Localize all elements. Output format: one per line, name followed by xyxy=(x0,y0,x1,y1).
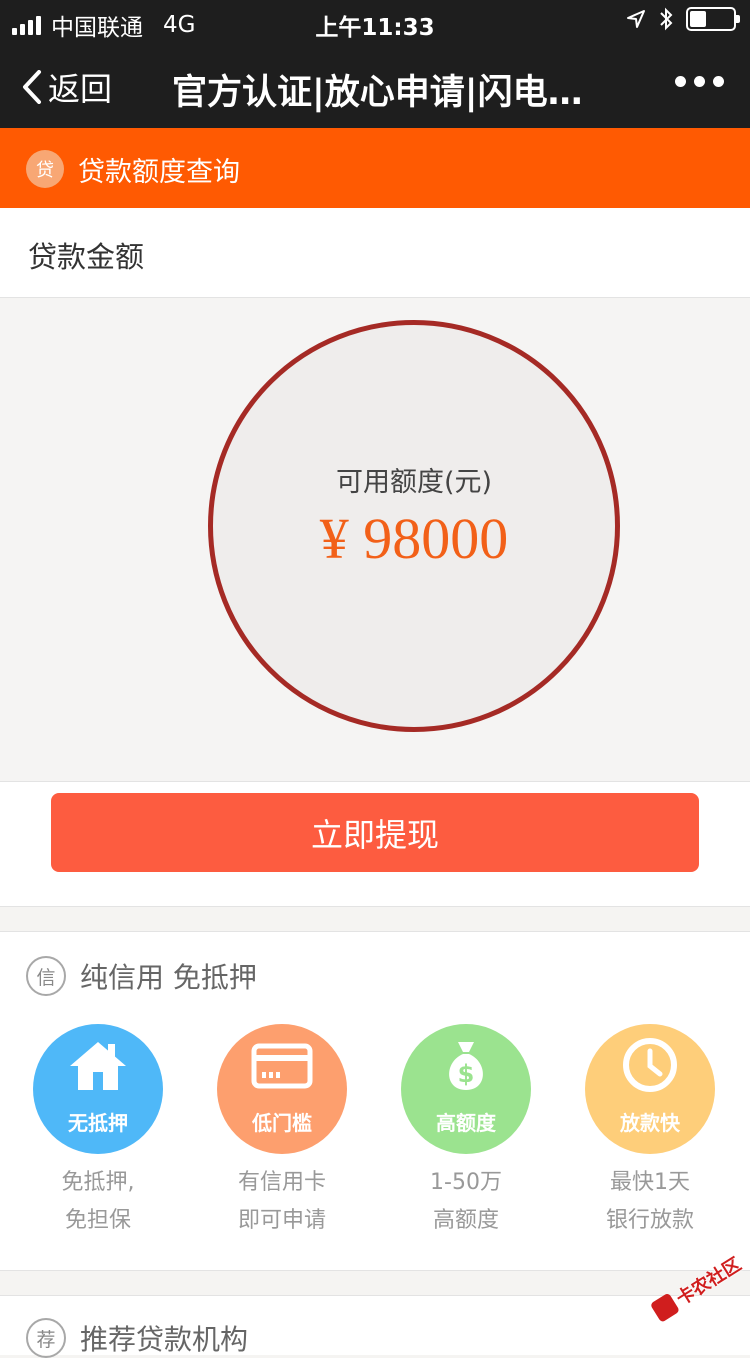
banner-title: 贷款额度查询 xyxy=(78,157,240,188)
more-options-button[interactable] xyxy=(675,76,724,87)
status-right xyxy=(626,7,740,31)
bluetooth-icon xyxy=(660,7,673,31)
feature-item-fast-payout: 放款快 最快1天 银行放款 xyxy=(558,1024,742,1240)
feature-description: 1-50万 高额度 xyxy=(430,1164,502,1240)
feature-circle: $ 高额度 xyxy=(401,1024,531,1154)
loan-amount-row: 贷款金额 xyxy=(0,208,750,298)
feature-tag: 高额度 xyxy=(436,1111,496,1135)
credit-section-header: 信 纯信用 免抵押 xyxy=(26,956,257,996)
feature-line: 免担保 xyxy=(64,1208,131,1233)
navigation-bar: 返回 官方认证|放心申请|闪电… xyxy=(0,44,750,128)
feature-description: 最快1天 银行放款 xyxy=(606,1164,694,1240)
feature-line: 1-50万 xyxy=(430,1170,502,1195)
clock-icon xyxy=(623,1038,677,1092)
quota-label: 可用额度(元) xyxy=(335,467,493,498)
card-icon xyxy=(251,1043,313,1089)
quota-circle: 可用额度(元) ¥ 98000 xyxy=(208,320,620,732)
chevron-left-icon xyxy=(23,70,41,104)
recommend-badge-icon: 荐 xyxy=(26,1318,66,1358)
loan-query-banner: 贷 贷款额度查询 xyxy=(0,128,750,208)
withdraw-button[interactable]: 立即提现 xyxy=(51,793,699,872)
feature-line: 免抵押, xyxy=(61,1170,135,1195)
credit-section-title: 纯信用 免抵押 xyxy=(80,961,257,994)
credit-feature-card: 信 纯信用 免抵押 无抵押 免抵押, 免担保 低门槛 有信用卡 即可申请 $ 高… xyxy=(0,931,750,1271)
quota-value: ¥ 98000 xyxy=(319,506,509,571)
status-bar: 中国联通 4G 上午11:33 xyxy=(0,0,750,44)
feature-tag: 放款快 xyxy=(620,1111,680,1135)
feature-circle: 低门槛 xyxy=(217,1024,347,1154)
house-icon xyxy=(70,1042,126,1090)
recommend-card: 荐 推荐贷款机构 xyxy=(0,1295,750,1358)
feature-item-high-quota: $ 高额度 1-50万 高额度 xyxy=(374,1024,558,1240)
withdraw-area: 立即提现 xyxy=(0,781,750,907)
svg-text:$: $ xyxy=(458,1060,475,1088)
feature-item-no-collateral: 无抵押 免抵押, 免担保 xyxy=(6,1024,190,1240)
feature-line: 银行放款 xyxy=(605,1208,694,1233)
back-button[interactable]: 返回 xyxy=(22,64,112,110)
feature-line: 最快1天 xyxy=(609,1170,690,1195)
recommend-section-header: 荐 推荐贷款机构 xyxy=(26,1318,248,1358)
feature-list: 无抵押 免抵押, 免担保 低门槛 有信用卡 即可申请 $ 高额度 1-50万 高… xyxy=(0,1024,750,1240)
quota-area: 可用额度(元) ¥ 98000 xyxy=(0,299,750,781)
credit-badge-icon: 信 xyxy=(26,956,66,996)
loan-amount-label: 贷款金额 xyxy=(28,240,145,274)
location-icon xyxy=(627,10,645,28)
feature-line: 有信用卡 xyxy=(237,1170,326,1195)
page-title: 官方认证|放心申请|闪电… xyxy=(172,73,583,113)
feature-description: 免抵押, 免担保 xyxy=(62,1164,135,1240)
feature-circle: 无抵押 xyxy=(33,1024,163,1154)
battery-icon xyxy=(686,7,740,31)
recommend-section-title: 推荐贷款机构 xyxy=(80,1323,249,1356)
feature-tag: 低门槛 xyxy=(252,1111,312,1135)
back-label: 返回 xyxy=(48,70,113,108)
feature-line: 高额度 xyxy=(432,1208,499,1233)
feature-tag: 无抵押 xyxy=(68,1111,128,1135)
money-bag-icon: $ xyxy=(449,1042,483,1090)
feature-description: 有信用卡 即可申请 xyxy=(238,1164,326,1240)
loan-badge-icon: 贷 xyxy=(26,150,64,188)
feature-circle: 放款快 xyxy=(585,1024,715,1154)
feature-line: 即可申请 xyxy=(237,1208,326,1233)
feature-item-low-threshold: 低门槛 有信用卡 即可申请 xyxy=(190,1024,374,1240)
